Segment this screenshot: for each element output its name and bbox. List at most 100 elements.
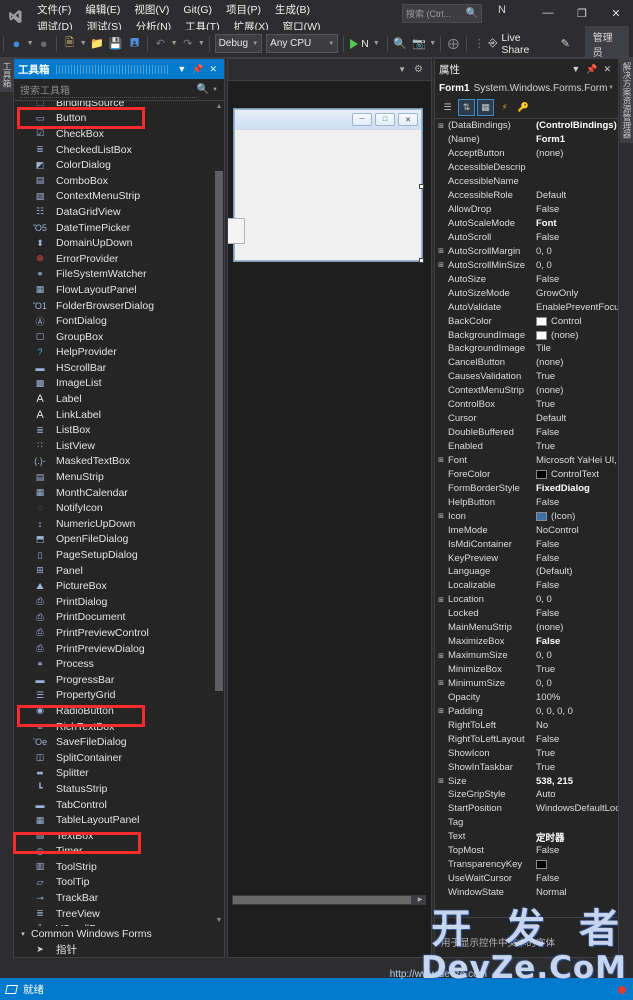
toolbox-item-tablelayoutpanel[interactable]: ▦ TableLayoutPanel [14,812,224,828]
scroll-up-icon[interactable]: ▲ [214,101,224,112]
toolbox-item-checkbox[interactable]: ☑ CheckBox [14,126,224,142]
toolbox-item-process[interactable]: ⚭ Process [14,656,224,672]
property-row[interactable]: CausesValidation True [435,370,618,384]
minimize-button[interactable]: — [531,0,565,26]
toolbox-item-flowlayoutpanel[interactable]: ▦ FlowLayoutPanel [14,282,224,298]
property-row[interactable]: TransparencyKey [435,858,618,872]
property-value[interactable]: 100% [533,692,618,703]
scroll-down-icon[interactable]: ▼ [214,915,224,926]
maximize-icon[interactable]: □ [375,113,395,126]
property-row[interactable]: ⊞Font Microsoft YaHei UI, 9p [435,454,618,468]
property-row[interactable]: ⊞ AutoScrollMinSize 0, 0 [435,258,618,272]
toolbox-item-maskedtextbox[interactable]: (.)- MaskedTextBox [14,454,224,470]
chevron-down-icon[interactable]: ▼ [212,87,218,93]
properties-page-icon[interactable]: ▦ [477,99,494,116]
chevron-down-icon[interactable]: ▼ [394,65,410,74]
toolbox-item-tabcontrol[interactable]: ▬ TabControl [14,797,224,813]
global-search-input[interactable]: 搜索 (Ctrl... 🔍 [402,4,482,23]
property-row[interactable]: Localizable False [435,579,618,593]
property-value[interactable]: False [533,427,618,438]
property-value[interactable]: 0, 0 [533,650,618,661]
property-value[interactable]: 538, 215 [533,776,618,787]
toolbox-item-domainupdown[interactable]: ⬍ DomainUpDown [14,235,224,251]
property-value[interactable]: False [533,274,618,285]
property-row[interactable]: TopMost False [435,844,618,858]
toolbox-item-treeview[interactable]: ≣ TreeView [14,906,224,922]
property-row[interactable]: Opacity 100% [435,690,618,704]
chevron-down-icon[interactable]: ▼ [174,64,189,74]
property-row[interactable]: ⊞ MinimumSize 0, 0 [435,677,618,691]
expand-plus-icon[interactable]: ⊞ [435,247,447,255]
toolbox-item-bindingsource[interactable]: ⬚ BindingSource [14,101,224,111]
toolbox-item-tooltip[interactable]: ▱ ToolTip [14,875,224,891]
toolbox-item-timer[interactable]: ◴ Timer [14,844,224,860]
property-value[interactable]: EnablePreventFocusCh [533,302,618,313]
property-value[interactable]: Normal [533,887,618,898]
property-value[interactable]: Microsoft YaHei UI, 9p [533,455,618,466]
toolbox-item-printdialog[interactable]: ⎙ PrintDialog [14,594,224,610]
property-row[interactable]: ContextMenuStrip (none) [435,384,618,398]
property-row[interactable]: SizeGripStyle Auto [435,788,618,802]
build-platform-select[interactable]: Any CPU ▼ [266,34,339,53]
property-value[interactable]: False [533,553,618,564]
live-share-button[interactable]: ⎆ Live Share [489,32,548,56]
toolbox-item-propertygrid[interactable]: ☰ PropertyGrid [14,688,224,704]
expand-plus-icon[interactable]: ⊞ [435,512,447,520]
close-icon[interactable]: ✕ [600,64,614,75]
navigate-forward-icon[interactable]: ● [34,33,53,55]
property-value[interactable]: Tile [533,343,618,354]
property-value[interactable]: False [533,232,618,243]
send-feedback-icon[interactable]: ✎ [556,33,575,55]
menu-git[interactable]: Git(G) [176,2,219,19]
toolbox-item-hscrollbar[interactable]: ▬ HScrollBar [14,360,224,376]
toolbox-item-imagelist[interactable]: ▩ ImageList [14,376,224,392]
toolbox-item-radiobutton[interactable]: ◉ RadioButton [14,703,224,719]
toolbox-item-monthcalendar[interactable]: ▦ MonthCalendar [14,485,224,501]
form-child-control[interactable] [228,218,245,244]
property-row[interactable]: Language (Default) [435,565,618,579]
build-configuration-select[interactable]: Debug ▼ [214,34,263,53]
new-project-dropdown-icon[interactable]: ▼ [79,40,87,47]
property-row[interactable]: AutoScroll False [435,231,618,245]
toolbox-item-filesystemwatcher[interactable]: ⚭ FileSystemWatcher [14,267,224,283]
property-row[interactable]: (Name) Form1 [435,133,618,147]
chevron-down-icon[interactable]: ▼ [608,85,614,91]
property-value[interactable]: Form1 [533,134,618,145]
property-row[interactable]: RightToLeftLayout False [435,732,618,746]
property-row[interactable]: Enabled True [435,440,618,454]
property-value[interactable]: False [533,497,618,508]
property-value[interactable]: False [533,539,618,550]
property-row[interactable]: BackColor Control [435,314,618,328]
expand-plus-icon[interactable]: ⊞ [435,777,447,785]
property-row[interactable]: Tag [435,816,618,830]
menu-edit[interactable]: 编辑(E) [78,2,127,19]
toolbox-item-panel[interactable]: ⊞ Panel [14,563,224,579]
property-value[interactable]: (none) [533,622,618,633]
close-icon[interactable]: ✕ [398,113,418,126]
navigate-back-icon[interactable]: ● [7,33,26,55]
property-value[interactable]: (none) [533,330,618,341]
toolbox-item-splitcontainer[interactable]: ◫ SplitContainer [14,750,224,766]
property-value[interactable]: False [533,608,618,619]
property-row[interactable]: ShowInTaskbar True [435,760,618,774]
start-debug-button[interactable]: N ▼ [347,33,384,55]
run-dropdown-icon[interactable]: ▼ [372,40,381,47]
toolbox-item-listbox[interactable]: ≣ ListBox [14,422,224,438]
open-folder-icon[interactable]: 📁 [87,33,106,55]
property-row[interactable]: MainMenuStrip (none) [435,621,618,635]
layout-options-icon[interactable]: ⋮ [470,33,489,55]
property-row[interactable]: ⊞ MaximumSize 0, 0 [435,649,618,663]
property-value[interactable]: Default [533,413,618,424]
menu-build[interactable]: 生成(B) [268,2,317,19]
resize-handle-right[interactable] [419,184,424,189]
properties-object-selector[interactable]: Form1 System.Windows.Forms.Form ▼ [435,79,618,97]
back-dropdown-icon[interactable]: ▼ [26,40,34,47]
property-value[interactable]: False [533,204,618,215]
property-value[interactable]: 0, 0 [533,678,618,689]
property-value[interactable]: WindowsDefaultLocati [533,803,618,814]
property-row[interactable]: ⊞ Location 0, 0 [435,593,618,607]
property-value[interactable]: False [533,845,618,856]
property-row[interactable]: AutoSizeMode GrowOnly [435,286,618,300]
property-value[interactable]: Control [533,316,618,327]
property-row[interactable]: Locked False [435,607,618,621]
